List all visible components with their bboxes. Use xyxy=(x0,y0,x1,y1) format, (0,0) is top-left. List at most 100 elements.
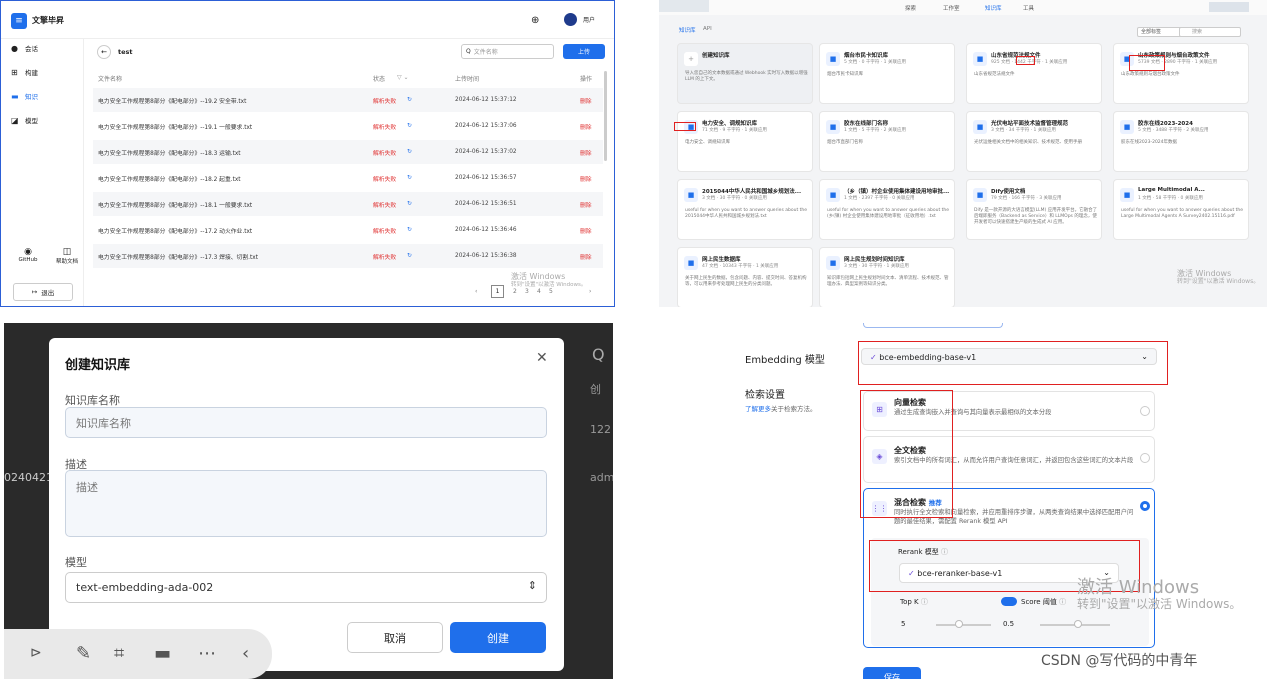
upload-button[interactable]: 上传 xyxy=(563,44,605,59)
user-label[interactable]: 用户 xyxy=(583,15,595,24)
nav-tools[interactable]: 工具 xyxy=(1023,4,1034,12)
status-badge: 解析失败 xyxy=(373,150,397,157)
table-row: 电力安全工作规程第8部分《配电部分》--17.2 动火作业.txt 解析失败 ↻… xyxy=(93,218,603,242)
knowledge-card[interactable]: ■ 光伏电站平面技术监督管理规范 3 文档 · 34 千字符 · 1 关联应用 … xyxy=(966,111,1102,172)
delete-link[interactable]: 删除 xyxy=(580,122,592,131)
screenshot-toolbar: ⊳ ✎ ⌗ ▬ ⋯ ‹ xyxy=(4,629,272,679)
retry-icon[interactable]: ↻ xyxy=(407,253,412,259)
knowledge-card[interactable]: ■ 胶东在线部门名称 1 文档 · 5 千字符 · 2 关联应用 烟台市直部门名… xyxy=(819,111,955,172)
table-row: 电力安全工作规程第8部分《配电部分》--19.2 安全带.txt 解析失败 ↻ … xyxy=(93,88,603,112)
knowledge-card[interactable]: ■ 胶东在线2023-2024 5 文档 · 3488 千字符 · 2 关联应用… xyxy=(1113,111,1249,172)
delete-link[interactable]: 删除 xyxy=(580,226,592,235)
video-icon[interactable]: ▬ xyxy=(154,643,171,664)
knowledge-card[interactable]: ■ 山东省规范法规文件 925 文档 · 1442 千字符 · 1 关联应用 山… xyxy=(966,43,1102,104)
knowledge-card[interactable]: ■ 网上民生数据库 47 文档 · 10343 千字符 · 1 关联应用 关于网… xyxy=(677,247,813,307)
logout-button[interactable]: ↦ 退出 xyxy=(13,283,73,301)
radio-hybrid[interactable] xyxy=(1140,501,1150,511)
name-input[interactable]: 知识库名称 xyxy=(65,407,547,438)
nav-knowledge[interactable]: 知识库 xyxy=(985,4,1002,12)
knowledge-card[interactable]: ■ 山东政策规则与烟台政策文件 5739 文档 · 2890 千字符 · 1 关… xyxy=(1113,43,1249,104)
avatar[interactable] xyxy=(564,13,577,26)
build-icon: ⊞ xyxy=(11,67,18,77)
app-brand: 文擎毕昇 xyxy=(32,16,64,25)
retry-icon[interactable]: ↻ xyxy=(407,97,412,103)
retry-icon[interactable]: ↻ xyxy=(407,227,412,233)
create-button[interactable]: 创建 xyxy=(450,622,546,653)
column-header-name: 文件名称 xyxy=(98,76,123,83)
topk-slider[interactable] xyxy=(936,624,991,626)
radio-fulltext[interactable] xyxy=(1140,453,1150,463)
capture-icon[interactable]: ⌗ xyxy=(114,643,124,664)
sidebar-item-chat[interactable]: ● 会话 xyxy=(1,39,84,57)
scrollbar[interactable] xyxy=(604,71,607,161)
score-toggle[interactable] xyxy=(1001,597,1017,606)
radio-vector[interactable] xyxy=(1140,406,1150,416)
page-title: test xyxy=(118,48,133,56)
knowledge-card[interactable]: ■ Large Multimodal A... 1 文档 · 58 千字符 · … xyxy=(1113,179,1249,240)
file-name: 电力安全工作规程第8部分《配电部分》--18.2 起重.txt xyxy=(98,176,241,183)
page-5[interactable]: 5 xyxy=(549,288,553,295)
folder-icon: ■ xyxy=(1120,188,1134,202)
background-text: 创 xyxy=(590,383,601,396)
desc-textarea[interactable]: 描述 xyxy=(65,470,547,537)
collapse-icon[interactable]: ‹ xyxy=(242,643,249,664)
search-input[interactable]: Q 文件名称 xyxy=(461,44,554,59)
create-knowledge-card[interactable]: + 创建知识库 导入您自己的文本数据或通过 Webhook 实时写入数据以增强 … xyxy=(677,43,813,104)
upload-time: 2024-06-12 15:36:51 xyxy=(455,201,517,207)
filter-icon[interactable]: ▽ ⌄ xyxy=(397,74,409,81)
model-select[interactable]: text-embedding-ada-002 ⇕ xyxy=(65,572,547,603)
page-3[interactable]: 3 xyxy=(525,288,529,295)
cancel-button[interactable]: 取消 xyxy=(347,622,443,653)
retry-icon[interactable]: ↻ xyxy=(407,123,412,129)
topk-label: Top K ⓘ xyxy=(900,598,928,606)
nav-studio[interactable]: 工作室 xyxy=(943,4,960,12)
knowledge-card[interactable]: ■ 2015044中华人民共和国城乡规划法... 3 文档 · 30 千字符 ·… xyxy=(677,179,813,240)
delete-link[interactable]: 删除 xyxy=(580,252,592,261)
tab-api[interactable]: API xyxy=(703,26,712,32)
knowledge-card[interactable]: ■ 电力安全、调规知识库 71 文档 · 9 千字符 · 1 关联应用 电力安全… xyxy=(677,111,813,172)
help-book-icon: ◫ xyxy=(62,247,72,257)
topk-value[interactable]: 5 xyxy=(901,620,905,628)
retry-icon[interactable]: ↻ xyxy=(407,175,412,181)
pen-icon[interactable]: ✎ xyxy=(76,643,91,664)
retry-icon[interactable]: ↻ xyxy=(407,149,412,155)
column-header-status: 状态 xyxy=(373,76,386,83)
delete-link[interactable]: 删除 xyxy=(580,200,592,209)
page-1[interactable]: 1 xyxy=(491,285,504,298)
topk-slider-handle[interactable] xyxy=(955,620,963,628)
score-value[interactable]: 0.5 xyxy=(1003,620,1014,628)
prev-page-icon[interactable]: ‹ xyxy=(475,288,477,295)
delete-link[interactable]: 删除 xyxy=(580,148,592,157)
knowledge-card[interactable]: ■ 网上民生规划时间知识库 3 文档 · 30 千字符 · 1 关联应用 知识库… xyxy=(819,247,955,307)
play-icon[interactable]: ⊳ xyxy=(30,645,42,661)
language-globe-icon[interactable]: ⊕ xyxy=(531,15,539,26)
delete-link[interactable]: 删除 xyxy=(580,174,592,183)
prev-section xyxy=(863,323,1003,328)
upload-time: 2024-06-12 15:36:38 xyxy=(455,253,517,259)
back-button[interactable]: ← xyxy=(97,45,111,59)
github-link[interactable]: ◉ GitHub xyxy=(13,247,43,263)
retry-icon[interactable]: ↻ xyxy=(407,201,412,207)
knowledge-card[interactable]: ■ 烟台市民卡知识库 5 文档 · 0 千字符 · 1 关联应用 烟台市民卡知识… xyxy=(819,43,955,104)
help-docs-link[interactable]: ◫ 帮助文档 xyxy=(52,247,82,265)
table-row: 电力安全工作规程第8部分《配电部分》--18.1 一般要求.txt 解析失败 ↻… xyxy=(93,192,603,216)
save-button[interactable]: 保存 xyxy=(863,667,921,679)
learn-more-link[interactable]: 了解更多关于检索方法。 xyxy=(745,403,817,413)
sidebar-item-build[interactable]: ⊞ 构建 xyxy=(1,63,84,81)
knowledge-card[interactable]: ■ （乡（镇）村企业使用集体建设用地审批... 1 文档 · 2397 千字符 … xyxy=(819,179,955,240)
score-slider-handle[interactable] xyxy=(1074,620,1082,628)
next-page-icon[interactable]: › xyxy=(589,288,591,295)
nav-explore[interactable]: 探索 xyxy=(905,4,916,12)
page-2[interactable]: 2 xyxy=(513,288,517,295)
sidebar-item-model[interactable]: ◪ 模型 xyxy=(1,111,84,129)
tab-knowledge[interactable]: 知识库 xyxy=(679,26,696,34)
delete-link[interactable]: 删除 xyxy=(580,96,592,105)
info-icon: ⓘ xyxy=(1059,598,1067,606)
knowledge-card[interactable]: ■ Dify使用文档 79 文档 · 166 千字符 · 3 关联应用 Dify… xyxy=(966,179,1102,240)
top-nav xyxy=(659,0,1267,15)
page-4[interactable]: 4 xyxy=(537,288,541,295)
sidebar-item-knowledge[interactable]: ▬ 知识 xyxy=(1,87,84,105)
search-input[interactable]: 搜索 xyxy=(1179,27,1241,37)
close-icon[interactable]: ✕ xyxy=(536,350,548,366)
more-icon[interactable]: ⋯ xyxy=(198,643,216,664)
